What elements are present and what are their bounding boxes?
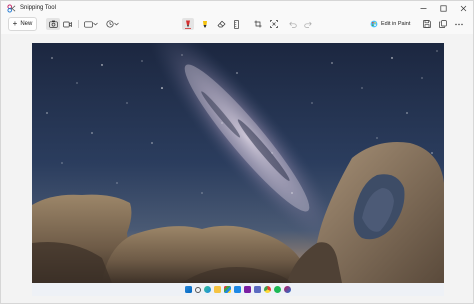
- crop-icon: [254, 20, 261, 28]
- highlighter-button[interactable]: [199, 18, 211, 30]
- ballpoint-pen-icon: [185, 20, 191, 29]
- canvas-area: [1, 34, 473, 303]
- snipping-tool-icon: [284, 286, 291, 293]
- redo-icon: [303, 21, 312, 28]
- snipping-tool-app-icon: [7, 4, 16, 13]
- chevron-down-icon: [92, 22, 98, 26]
- delay-dropdown[interactable]: [105, 18, 120, 30]
- video-icon: [63, 21, 72, 27]
- chevron-down-icon: [114, 22, 119, 26]
- teams-icon: [254, 286, 261, 293]
- minimize-icon: [420, 7, 426, 9]
- plus-icon: +: [12, 19, 18, 28]
- onenote-icon: [244, 286, 251, 293]
- crop-button[interactable]: [252, 18, 263, 30]
- camera-icon: [48, 20, 58, 28]
- toolbar-separator: [78, 20, 79, 28]
- chrome-icon: [264, 286, 271, 293]
- edit-in-paint-button[interactable]: Edit in Paint: [370, 18, 415, 30]
- timer-icon: [106, 20, 114, 28]
- edit-in-paint-label: Edit in Paint: [381, 21, 411, 27]
- search-icon: [195, 286, 201, 293]
- store-icon: [224, 286, 231, 293]
- milky-way-photo: [32, 43, 444, 283]
- new-button-label: New: [20, 21, 33, 27]
- ruler-icon: [233, 19, 239, 29]
- title-bar: Snipping Tool: [1, 1, 473, 15]
- ballpoint-pen-button[interactable]: [182, 18, 194, 30]
- undo-button[interactable]: [287, 18, 298, 30]
- snip-mode-screenshot-button[interactable]: [46, 18, 60, 30]
- paint-icon: [370, 20, 378, 28]
- save-icon: [422, 20, 431, 28]
- new-button[interactable]: + New: [8, 17, 37, 31]
- ruler-button[interactable]: [231, 18, 241, 30]
- close-button[interactable]: [453, 1, 473, 15]
- copy-button[interactable]: [437, 18, 448, 30]
- copy-icon: [438, 20, 447, 28]
- edge-icon: [204, 286, 211, 293]
- captured-taskbar: [32, 283, 444, 296]
- maximize-button[interactable]: [433, 1, 453, 15]
- windows-icon: [185, 286, 192, 293]
- maximize-icon: [439, 4, 447, 12]
- highlighter-icon: [203, 20, 207, 27]
- text-actions-icon: [269, 20, 278, 28]
- file-explorer-icon: [214, 286, 221, 293]
- captured-screenshot[interactable]: [32, 43, 444, 283]
- more-options-icon: [454, 23, 463, 25]
- snipping-area-dropdown[interactable]: [83, 18, 98, 30]
- undo-icon: [288, 21, 297, 28]
- see-more-button[interactable]: [453, 18, 464, 30]
- photos-icon: [234, 286, 241, 293]
- rectangle-mode-icon: [83, 20, 93, 28]
- toolbar: + New Edit in Paint: [1, 15, 473, 33]
- spotify-icon: [274, 286, 281, 293]
- redo-button[interactable]: [302, 18, 313, 30]
- snipping-tool-window: Snipping Tool + New Edit in Paint: [0, 0, 474, 304]
- minimize-button[interactable]: [413, 1, 433, 15]
- text-actions-button[interactable]: [268, 18, 279, 30]
- eraser-icon: [217, 20, 226, 28]
- save-button[interactable]: [421, 18, 432, 30]
- window-title: Snipping Tool: [20, 5, 56, 11]
- close-icon: [460, 5, 466, 11]
- eraser-button[interactable]: [215, 18, 227, 30]
- snip-mode-video-button[interactable]: [61, 18, 74, 30]
